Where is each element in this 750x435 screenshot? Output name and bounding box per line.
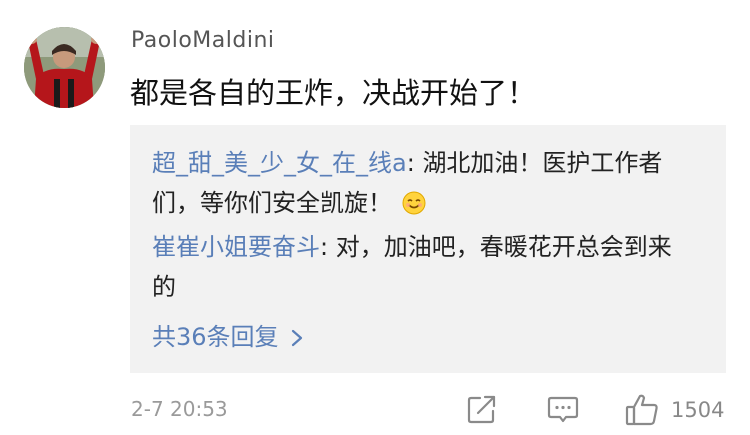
share-icon	[467, 395, 496, 424]
reply-username[interactable]: 超_甜_美_少_女_在_线a	[152, 149, 407, 177]
more-replies-label: 共36条回复	[152, 323, 279, 351]
like-count: 1504	[671, 398, 725, 422]
replies-panel[interactable]: 超_甜_美_少_女_在_线a: 湖北加油！医护工作者们，等你们安全凯旋！ 崔崔小…	[130, 125, 726, 373]
reply-item[interactable]: 超_甜_美_少_女_在_线a: 湖北加油！医护工作者们，等你们安全凯旋！	[152, 143, 692, 223]
comment-timestamp: 2-7 20:53	[131, 397, 228, 421]
reply-item[interactable]: 崔崔小姐要奋斗: 对，加油吧，春暖花开总会到来的	[152, 227, 692, 307]
avatar-image	[24, 27, 105, 108]
chevron-right-icon	[289, 325, 305, 347]
thumbs-up-icon	[625, 394, 658, 426]
comment-username[interactable]: PaoloMaldini	[131, 28, 275, 53]
comment-text: 都是各自的王炸，决战开始了！	[130, 76, 537, 110]
avatar[interactable]	[24, 27, 105, 108]
more-replies-link[interactable]: 共36条回复	[152, 317, 305, 352]
reply-username[interactable]: 崔崔小姐要奋斗	[152, 233, 320, 261]
like-button[interactable]: 1504	[624, 393, 734, 427]
comment-button[interactable]	[547, 393, 579, 425]
reply-separator: :	[320, 233, 336, 261]
smile-emoji-icon	[402, 187, 426, 215]
share-button[interactable]	[466, 393, 498, 425]
reply-separator: :	[406, 149, 423, 177]
comment-icon	[547, 396, 579, 423]
